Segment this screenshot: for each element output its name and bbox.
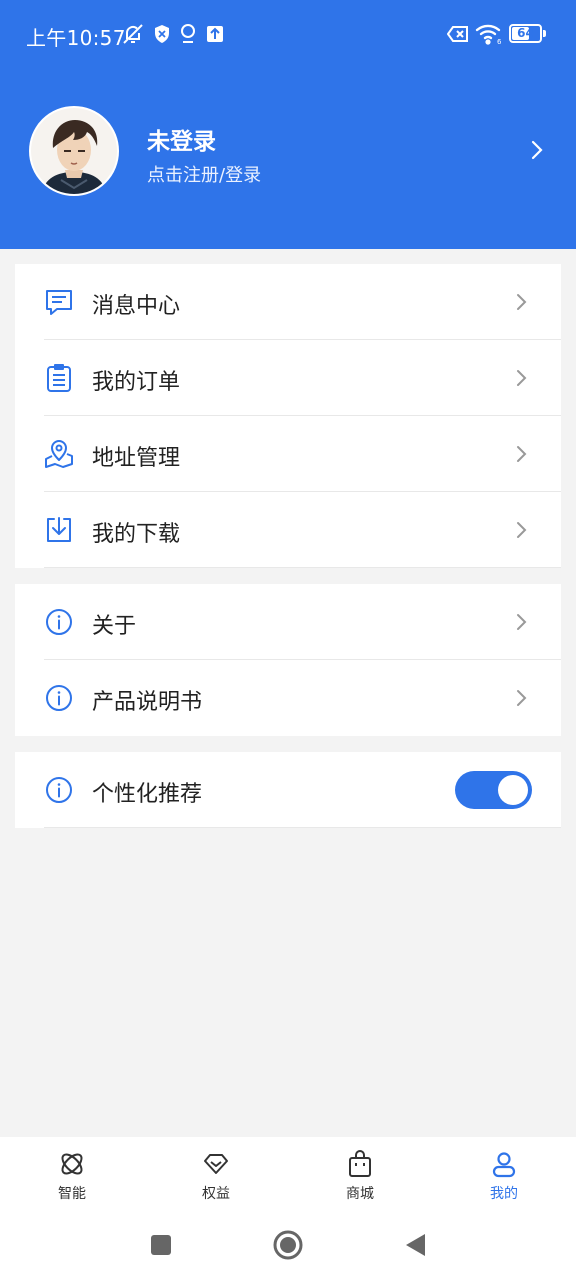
chevron-right-icon (514, 444, 528, 464)
user-name: 未登录 (147, 129, 216, 155)
info-icon (43, 606, 75, 638)
tab-mall[interactable]: 商城 (310, 1149, 410, 1209)
tab-label: 智能 (58, 1186, 86, 1202)
recent-apps-button[interactable] (144, 1228, 178, 1262)
shield-icon (152, 22, 172, 46)
upload-icon (205, 22, 225, 46)
chevron-right-icon (514, 292, 528, 312)
personalization-toggle[interactable] (455, 771, 532, 809)
menu-card-main: 消息中心 我的订单 地址管理 我的下载 (15, 264, 561, 568)
menu-item-about[interactable]: 关于 (15, 584, 561, 660)
chevron-right-icon (514, 688, 528, 708)
tab-label: 权益 (202, 1186, 230, 1202)
home-button[interactable] (271, 1228, 305, 1262)
shopping-bag-icon (345, 1149, 375, 1179)
chevron-right-icon (514, 612, 528, 632)
menu-item-label: 我的下载 (92, 522, 181, 547)
login-prompt[interactable]: 点击注册/登录 (147, 161, 261, 187)
status-bar: 上午10:57 6 64 (0, 0, 576, 70)
chevron-right-icon[interactable] (527, 138, 547, 162)
battery-percent: 64 (517, 26, 534, 40)
menu-item-message-center[interactable]: 消息中心 (15, 264, 561, 340)
message-icon (43, 286, 75, 318)
gift-icon (201, 1149, 231, 1179)
menu-item-personalized-recommendation: 个性化推荐 (15, 752, 561, 828)
menu-item-label: 产品说明书 (92, 690, 203, 715)
battery-tip (543, 30, 546, 37)
chevron-right-icon (514, 520, 528, 540)
map-pin-icon (43, 438, 75, 470)
profile-login-row[interactable]: 未登录 点击注册/登录 (0, 100, 576, 200)
tab-benefits[interactable]: 权益 (166, 1149, 266, 1209)
menu-item-label: 个性化推荐 (92, 782, 203, 807)
status-time: 上午10:57 (26, 26, 126, 50)
system-nav-bar (0, 1210, 576, 1280)
battery-icon: 64 (509, 24, 542, 43)
menu-card-personalization: 个性化推荐 (15, 752, 561, 828)
menu-item-label: 关于 (92, 614, 137, 639)
menu-item-product-manual[interactable]: 产品说明书 (15, 660, 561, 736)
svg-text:6: 6 (497, 38, 502, 45)
menu-item-label: 地址管理 (92, 446, 181, 471)
menu-item-label: 我的订单 (92, 370, 181, 395)
info-icon (43, 682, 75, 714)
location-icon (178, 22, 198, 46)
menu-item-address-management[interactable]: 地址管理 (15, 416, 561, 492)
tab-label: 商城 (346, 1186, 374, 1202)
bell-off-icon (120, 22, 146, 46)
bottom-tab-bar: 智能 权益 商城 我的 (0, 1137, 576, 1210)
user-icon (489, 1149, 519, 1179)
info-icon (43, 774, 75, 806)
atom-icon (57, 1149, 87, 1179)
avatar[interactable] (29, 106, 119, 196)
divider (44, 567, 561, 568)
profile-header: 上午10:57 6 64 未登录 点击注册/登录 (0, 0, 576, 249)
menu-item-my-downloads[interactable]: 我的下载 (15, 492, 561, 568)
tab-smart[interactable]: 智能 (22, 1149, 122, 1209)
menu-card-about: 关于 产品说明书 (15, 584, 561, 736)
wifi-icon: 6 (475, 22, 503, 46)
menu-item-label: 消息中心 (92, 294, 181, 319)
tab-mine[interactable]: 我的 (454, 1149, 554, 1209)
tab-label: 我的 (490, 1186, 518, 1202)
divider (44, 827, 561, 828)
toggle-knob (498, 775, 528, 805)
sim-off-icon (446, 22, 470, 46)
menu-item-my-orders[interactable]: 我的订单 (15, 340, 561, 416)
chevron-right-icon (514, 368, 528, 388)
download-icon (43, 514, 75, 546)
back-button[interactable] (398, 1228, 432, 1262)
clipboard-icon (43, 362, 75, 394)
